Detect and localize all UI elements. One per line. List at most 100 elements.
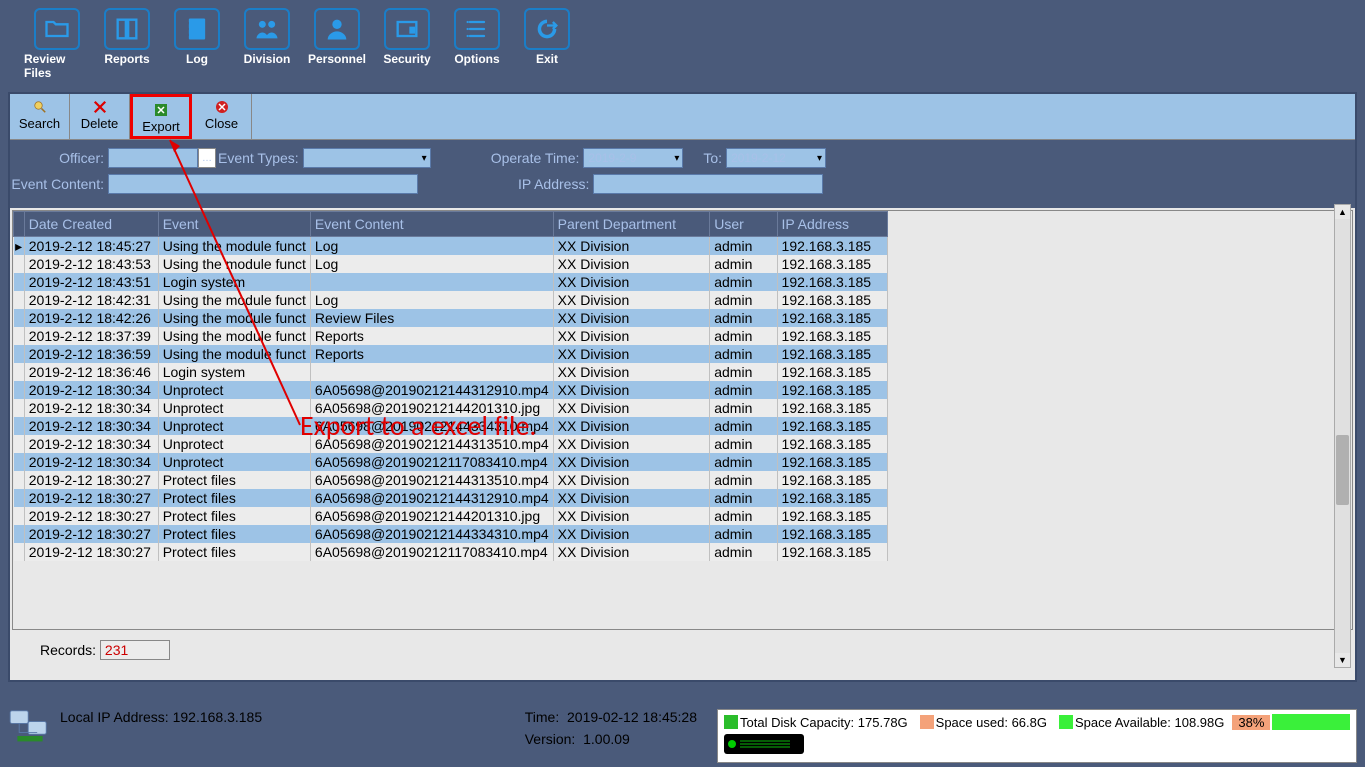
nav-label: Review Files — [24, 52, 90, 80]
cell-ip: 192.168.3.185 — [777, 543, 887, 561]
col-event-content[interactable]: Event Content — [310, 212, 553, 237]
table-row[interactable]: 2019-2-12 18:43:51Login systemXX Divisio… — [14, 273, 888, 291]
btn-label: Search — [19, 116, 60, 131]
filter-bar: Officer: … Event Types: Operate Time: 20… — [10, 140, 1355, 208]
officer-input[interactable] — [108, 148, 198, 168]
nav-exit[interactable]: Exit — [514, 8, 580, 80]
folder-icon — [34, 8, 80, 50]
cell-event: Using the module funct — [158, 345, 310, 363]
disk-bar — [1272, 714, 1350, 730]
col-ip-address[interactable]: IP Address — [777, 212, 887, 237]
table-row[interactable]: 2019-2-12 18:43:53Using the module funct… — [14, 255, 888, 273]
delete-button[interactable]: Delete — [70, 94, 130, 139]
scroll-down-arrow[interactable]: ▼ — [1335, 653, 1350, 667]
event-types-label: Event Types: — [218, 150, 303, 166]
cell-date: 2019-2-12 18:42:31 — [24, 291, 158, 309]
date-from-dropdown[interactable]: 2019-2-9 — [583, 148, 683, 168]
cell-ip: 192.168.3.185 — [777, 309, 887, 327]
cell-date: 2019-2-12 18:37:39 — [24, 327, 158, 345]
nav-division[interactable]: Division — [234, 8, 300, 80]
cell-user: admin — [710, 507, 777, 525]
cell-event: Using the module funct — [158, 291, 310, 309]
event-content-label: Event Content: — [10, 176, 108, 192]
cell-dept: XX Division — [553, 309, 710, 327]
cell-user: admin — [710, 237, 777, 256]
cell-ip: 192.168.3.185 — [777, 435, 887, 453]
cell-event: Login system — [158, 273, 310, 291]
cell-event: Unprotect — [158, 453, 310, 471]
close-button[interactable]: Close — [192, 94, 252, 139]
nav-security[interactable]: Security — [374, 8, 440, 80]
cell-event: Protect files — [158, 525, 310, 543]
col-date-created[interactable]: Date Created — [24, 212, 158, 237]
event-types-dropdown[interactable] — [303, 148, 431, 168]
cell-content: 6A05698@20190212144334310.mp4 — [310, 525, 553, 543]
cell-dept: XX Division — [553, 543, 710, 561]
cell-user: admin — [710, 399, 777, 417]
cell-content: Review Files — [310, 309, 553, 327]
nav-personnel[interactable]: Personnel — [304, 8, 370, 80]
date-to-dropdown[interactable]: 2019-2-12 — [726, 148, 826, 168]
event-content-input[interactable] — [108, 174, 418, 194]
ip-input[interactable] — [593, 174, 823, 194]
table-row[interactable]: 2019-2-12 18:30:27Protect files6A05698@2… — [14, 507, 888, 525]
vertical-scrollbar[interactable]: ▲ ▼ — [1334, 204, 1351, 668]
nav-review-files[interactable]: Review Files — [24, 8, 90, 80]
total-label: Total Disk Capacity: — [740, 715, 854, 730]
export-button[interactable]: Export — [130, 94, 192, 139]
cell-date: 2019-2-12 18:30:34 — [24, 381, 158, 399]
cell-dept: XX Division — [553, 417, 710, 435]
col-user[interactable]: User — [710, 212, 777, 237]
scroll-thumb[interactable] — [1336, 435, 1349, 505]
log-table-wrap: Date Created Event Event Content Parent … — [12, 210, 1353, 630]
cell-content: 6A05698@20190212144313510.mp4 — [310, 471, 553, 489]
search-icon — [30, 98, 50, 116]
cell-date: 2019-2-12 18:30:34 — [24, 435, 158, 453]
table-row[interactable]: ▸2019-2-12 18:45:27Using the module func… — [14, 237, 888, 256]
col-event[interactable]: Event — [158, 212, 310, 237]
cell-dept: XX Division — [553, 525, 710, 543]
local-ip-value: 192.168.3.185 — [173, 709, 263, 725]
col-parent-department[interactable]: Parent Department — [553, 212, 710, 237]
square-icon — [920, 715, 934, 729]
cell-dept: XX Division — [553, 399, 710, 417]
cell-user: admin — [710, 471, 777, 489]
cell-user: admin — [710, 363, 777, 381]
version-label: Version: — [525, 731, 576, 747]
cell-content — [310, 363, 553, 381]
nav-label: Personnel — [308, 52, 366, 66]
cell-date: 2019-2-12 18:30:27 — [24, 471, 158, 489]
table-row[interactable]: 2019-2-12 18:42:26Using the module funct… — [14, 309, 888, 327]
officer-browse-button[interactable]: … — [198, 148, 216, 168]
cell-user: admin — [710, 525, 777, 543]
table-row[interactable]: 2019-2-12 18:30:34Unprotect6A05698@20190… — [14, 453, 888, 471]
cell-ip: 192.168.3.185 — [777, 417, 887, 435]
search-button[interactable]: Search — [10, 94, 70, 139]
row-marker — [14, 525, 25, 543]
cell-event: Protect files — [158, 471, 310, 489]
list-icon — [454, 8, 500, 50]
table-row[interactable]: 2019-2-12 18:36:46Login systemXX Divisio… — [14, 363, 888, 381]
table-row[interactable]: 2019-2-12 18:30:27Protect files6A05698@2… — [14, 525, 888, 543]
row-marker — [14, 489, 25, 507]
cell-dept: XX Division — [553, 345, 710, 363]
table-row[interactable]: 2019-2-12 18:30:27Protect files6A05698@2… — [14, 543, 888, 561]
table-row[interactable]: 2019-2-12 18:30:27Protect files6A05698@2… — [14, 489, 888, 507]
cell-event: Using the module funct — [158, 255, 310, 273]
log-table: Date Created Event Event Content Parent … — [13, 211, 888, 561]
cell-ip: 192.168.3.185 — [777, 291, 887, 309]
table-row[interactable]: 2019-2-12 18:30:27Protect files6A05698@2… — [14, 471, 888, 489]
table-row[interactable]: 2019-2-12 18:37:39Using the module funct… — [14, 327, 888, 345]
cell-user: admin — [710, 327, 777, 345]
nav-reports[interactable]: Reports — [94, 8, 160, 80]
cell-dept: XX Division — [553, 237, 710, 256]
nav-label: Options — [454, 52, 499, 66]
nav-log[interactable]: Log — [164, 8, 230, 80]
table-row[interactable]: 2019-2-12 18:30:34Unprotect6A05698@20190… — [14, 381, 888, 399]
table-row[interactable]: 2019-2-12 18:36:59Using the module funct… — [14, 345, 888, 363]
scroll-up-arrow[interactable]: ▲ — [1335, 205, 1350, 219]
nav-options[interactable]: Options — [444, 8, 510, 80]
device-indicator — [724, 734, 804, 754]
table-row[interactable]: 2019-2-12 18:42:31Using the module funct… — [14, 291, 888, 309]
row-marker — [14, 345, 25, 363]
